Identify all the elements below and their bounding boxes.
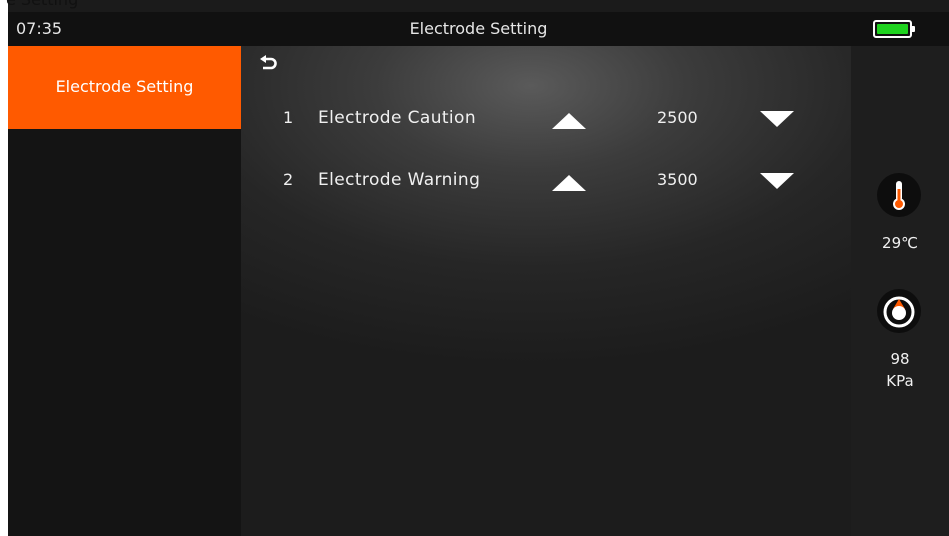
row-label: Electrode Caution	[318, 108, 477, 128]
row-number: 2	[283, 170, 294, 189]
device-screen: 07:35 Electrode Setting Electrode Settin…	[8, 0, 949, 536]
decrease-arrow-icon[interactable]	[760, 111, 794, 129]
increase-arrow-icon[interactable]	[552, 173, 586, 191]
page-caption: e Setting	[6, 0, 78, 8]
row-value: 3500	[657, 170, 698, 189]
row-label: Electrode Warning	[318, 170, 481, 190]
sidebar-item-label: Electrode Setting	[55, 77, 194, 96]
pressure-gauge-icon	[877, 289, 921, 333]
thermometer-icon	[877, 173, 921, 217]
row-value: 2500	[657, 108, 698, 127]
battery-icon	[873, 20, 915, 38]
setting-row-electrode-warning: 2 Electrode Warning 3500	[241, 162, 851, 198]
temperature-value: 29℃	[882, 234, 918, 252]
row-number: 1	[283, 108, 294, 127]
status-bar: 07:35 Electrode Setting	[8, 12, 949, 46]
pressure-value: 98	[890, 350, 910, 368]
return-arrow-icon[interactable]	[259, 54, 279, 74]
page-title: Electrode Setting	[409, 19, 548, 38]
sensor-panel: 29℃ 98 KPa	[851, 46, 949, 536]
settings-panel: 1 Electrode Caution 2500 2 Electrode War…	[241, 46, 851, 536]
sidebar: Electrode Setting	[8, 46, 241, 536]
setting-row-electrode-caution: 1 Electrode Caution 2500	[241, 100, 851, 136]
sidebar-item-electrode-setting[interactable]: Electrode Setting	[8, 46, 241, 129]
pressure-unit: KPa	[886, 372, 914, 390]
increase-arrow-icon[interactable]	[552, 111, 586, 129]
decrease-arrow-icon[interactable]	[760, 173, 794, 191]
